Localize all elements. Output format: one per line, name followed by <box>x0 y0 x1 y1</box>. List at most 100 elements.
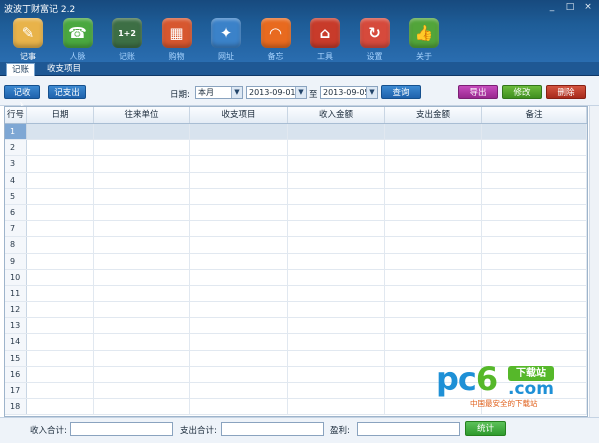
table-cell[interactable] <box>94 383 190 399</box>
table-cell[interactable] <box>94 156 190 172</box>
delete-button[interactable]: 删除 <box>546 85 586 99</box>
tab-income-expense-items[interactable]: 收支项目 <box>42 63 86 76</box>
table-cell[interactable] <box>288 399 385 415</box>
table-cell[interactable] <box>27 221 94 237</box>
table-cell[interactable] <box>27 140 94 156</box>
table-cell[interactable] <box>190 383 288 399</box>
table-cell[interactable] <box>385 156 482 172</box>
table-cell[interactable] <box>94 204 190 221</box>
table-cell[interactable] <box>288 334 385 350</box>
column-header[interactable]: 日期 <box>27 107 94 123</box>
table-cell[interactable] <box>190 124 288 140</box>
table-cell[interactable] <box>190 302 288 318</box>
table-row[interactable]: 13 <box>5 318 587 335</box>
table-row[interactable]: 1 <box>5 124 587 141</box>
table-cell[interactable] <box>27 172 94 188</box>
table-cell[interactable] <box>385 237 482 253</box>
table-cell[interactable] <box>27 302 94 318</box>
table-cell[interactable] <box>482 302 587 318</box>
table-cell[interactable] <box>482 334 587 350</box>
table-cell[interactable] <box>27 188 94 204</box>
column-header[interactable]: 行号 <box>5 107 27 123</box>
table-cell[interactable] <box>94 124 190 140</box>
table-cell[interactable] <box>94 188 190 204</box>
table-cell[interactable] <box>385 188 482 204</box>
table-cell[interactable] <box>94 269 190 285</box>
table-cell[interactable] <box>385 302 482 318</box>
nav-item-5[interactable]: ✦ 网址 <box>204 18 254 62</box>
table-cell[interactable] <box>94 285 190 302</box>
table-cell[interactable] <box>288 237 385 253</box>
table-cell[interactable] <box>190 221 288 237</box>
table-row[interactable]: 3 <box>5 156 587 173</box>
maximize-button[interactable]: □ <box>561 0 579 14</box>
table-cell[interactable] <box>482 285 587 302</box>
table-cell[interactable] <box>482 269 587 285</box>
table-row[interactable]: 6 <box>5 204 587 222</box>
table-cell[interactable] <box>288 383 385 399</box>
nav-item-3[interactable]: 1+2 记账 <box>105 18 155 62</box>
table-cell[interactable] <box>27 253 94 269</box>
table-cell[interactable] <box>482 188 587 204</box>
table-cell[interactable] <box>482 172 587 188</box>
table-cell[interactable] <box>482 140 587 156</box>
table-cell[interactable] <box>94 221 190 237</box>
table-row[interactable]: 4 <box>5 172 587 189</box>
table-cell[interactable] <box>94 302 190 318</box>
table-cell[interactable] <box>94 366 190 382</box>
nav-item-7[interactable]: ⌂ 工具 <box>303 18 353 62</box>
record-expense-button[interactable]: 记支出 <box>48 85 86 99</box>
table-cell[interactable] <box>385 269 482 285</box>
column-header[interactable]: 收支项目 <box>190 107 288 123</box>
table-row[interactable]: 7 <box>5 221 587 238</box>
table-cell[interactable] <box>27 318 94 334</box>
table-cell[interactable] <box>27 350 94 366</box>
table-cell[interactable] <box>288 156 385 172</box>
table-cell[interactable] <box>94 334 190 350</box>
column-header[interactable]: 备注 <box>482 107 587 123</box>
edit-button[interactable]: 修改 <box>502 85 542 99</box>
table-cell[interactable] <box>190 140 288 156</box>
table-row[interactable]: 5 <box>5 188 587 205</box>
table-row[interactable]: 2 <box>5 140 587 157</box>
table-cell[interactable] <box>190 188 288 204</box>
table-cell[interactable] <box>27 285 94 302</box>
table-cell[interactable] <box>190 366 288 382</box>
table-cell[interactable] <box>94 350 190 366</box>
table-cell[interactable] <box>190 269 288 285</box>
table-cell[interactable] <box>385 172 482 188</box>
column-header[interactable]: 支出金额 <box>385 107 482 123</box>
query-button[interactable]: 查询 <box>381 85 421 99</box>
table-cell[interactable] <box>27 156 94 172</box>
table-cell[interactable] <box>385 285 482 302</box>
table-cell[interactable] <box>190 156 288 172</box>
table-cell[interactable] <box>385 318 482 334</box>
column-header[interactable]: 往来单位 <box>94 107 190 123</box>
table-cell[interactable] <box>288 124 385 140</box>
table-row[interactable]: 10 <box>5 269 587 286</box>
profit-field[interactable] <box>357 422 460 436</box>
table-cell[interactable] <box>27 334 94 350</box>
table-cell[interactable] <box>27 269 94 285</box>
table-cell[interactable] <box>385 204 482 221</box>
nav-item-1[interactable]: ✎ 记事 <box>6 18 56 62</box>
nav-item-9[interactable]: 👍 关于 <box>402 18 452 62</box>
table-cell[interactable] <box>288 350 385 366</box>
table-cell[interactable] <box>385 140 482 156</box>
nav-item-8[interactable]: ↻ 设置 <box>353 18 403 62</box>
table-cell[interactable] <box>27 366 94 382</box>
statistics-button[interactable]: 统计 <box>465 421 506 436</box>
table-cell[interactable] <box>190 172 288 188</box>
table-cell[interactable] <box>190 237 288 253</box>
table-cell[interactable] <box>385 334 482 350</box>
table-cell[interactable] <box>385 253 482 269</box>
table-cell[interactable] <box>190 350 288 366</box>
export-button[interactable]: 导出 <box>458 85 498 99</box>
expense-total-field[interactable] <box>221 422 324 436</box>
table-cell[interactable] <box>482 253 587 269</box>
table-cell[interactable] <box>385 221 482 237</box>
record-income-button[interactable]: 记收入 <box>4 85 40 112</box>
table-cell[interactable] <box>288 188 385 204</box>
table-cell[interactable] <box>482 221 587 237</box>
table-cell[interactable] <box>288 366 385 382</box>
